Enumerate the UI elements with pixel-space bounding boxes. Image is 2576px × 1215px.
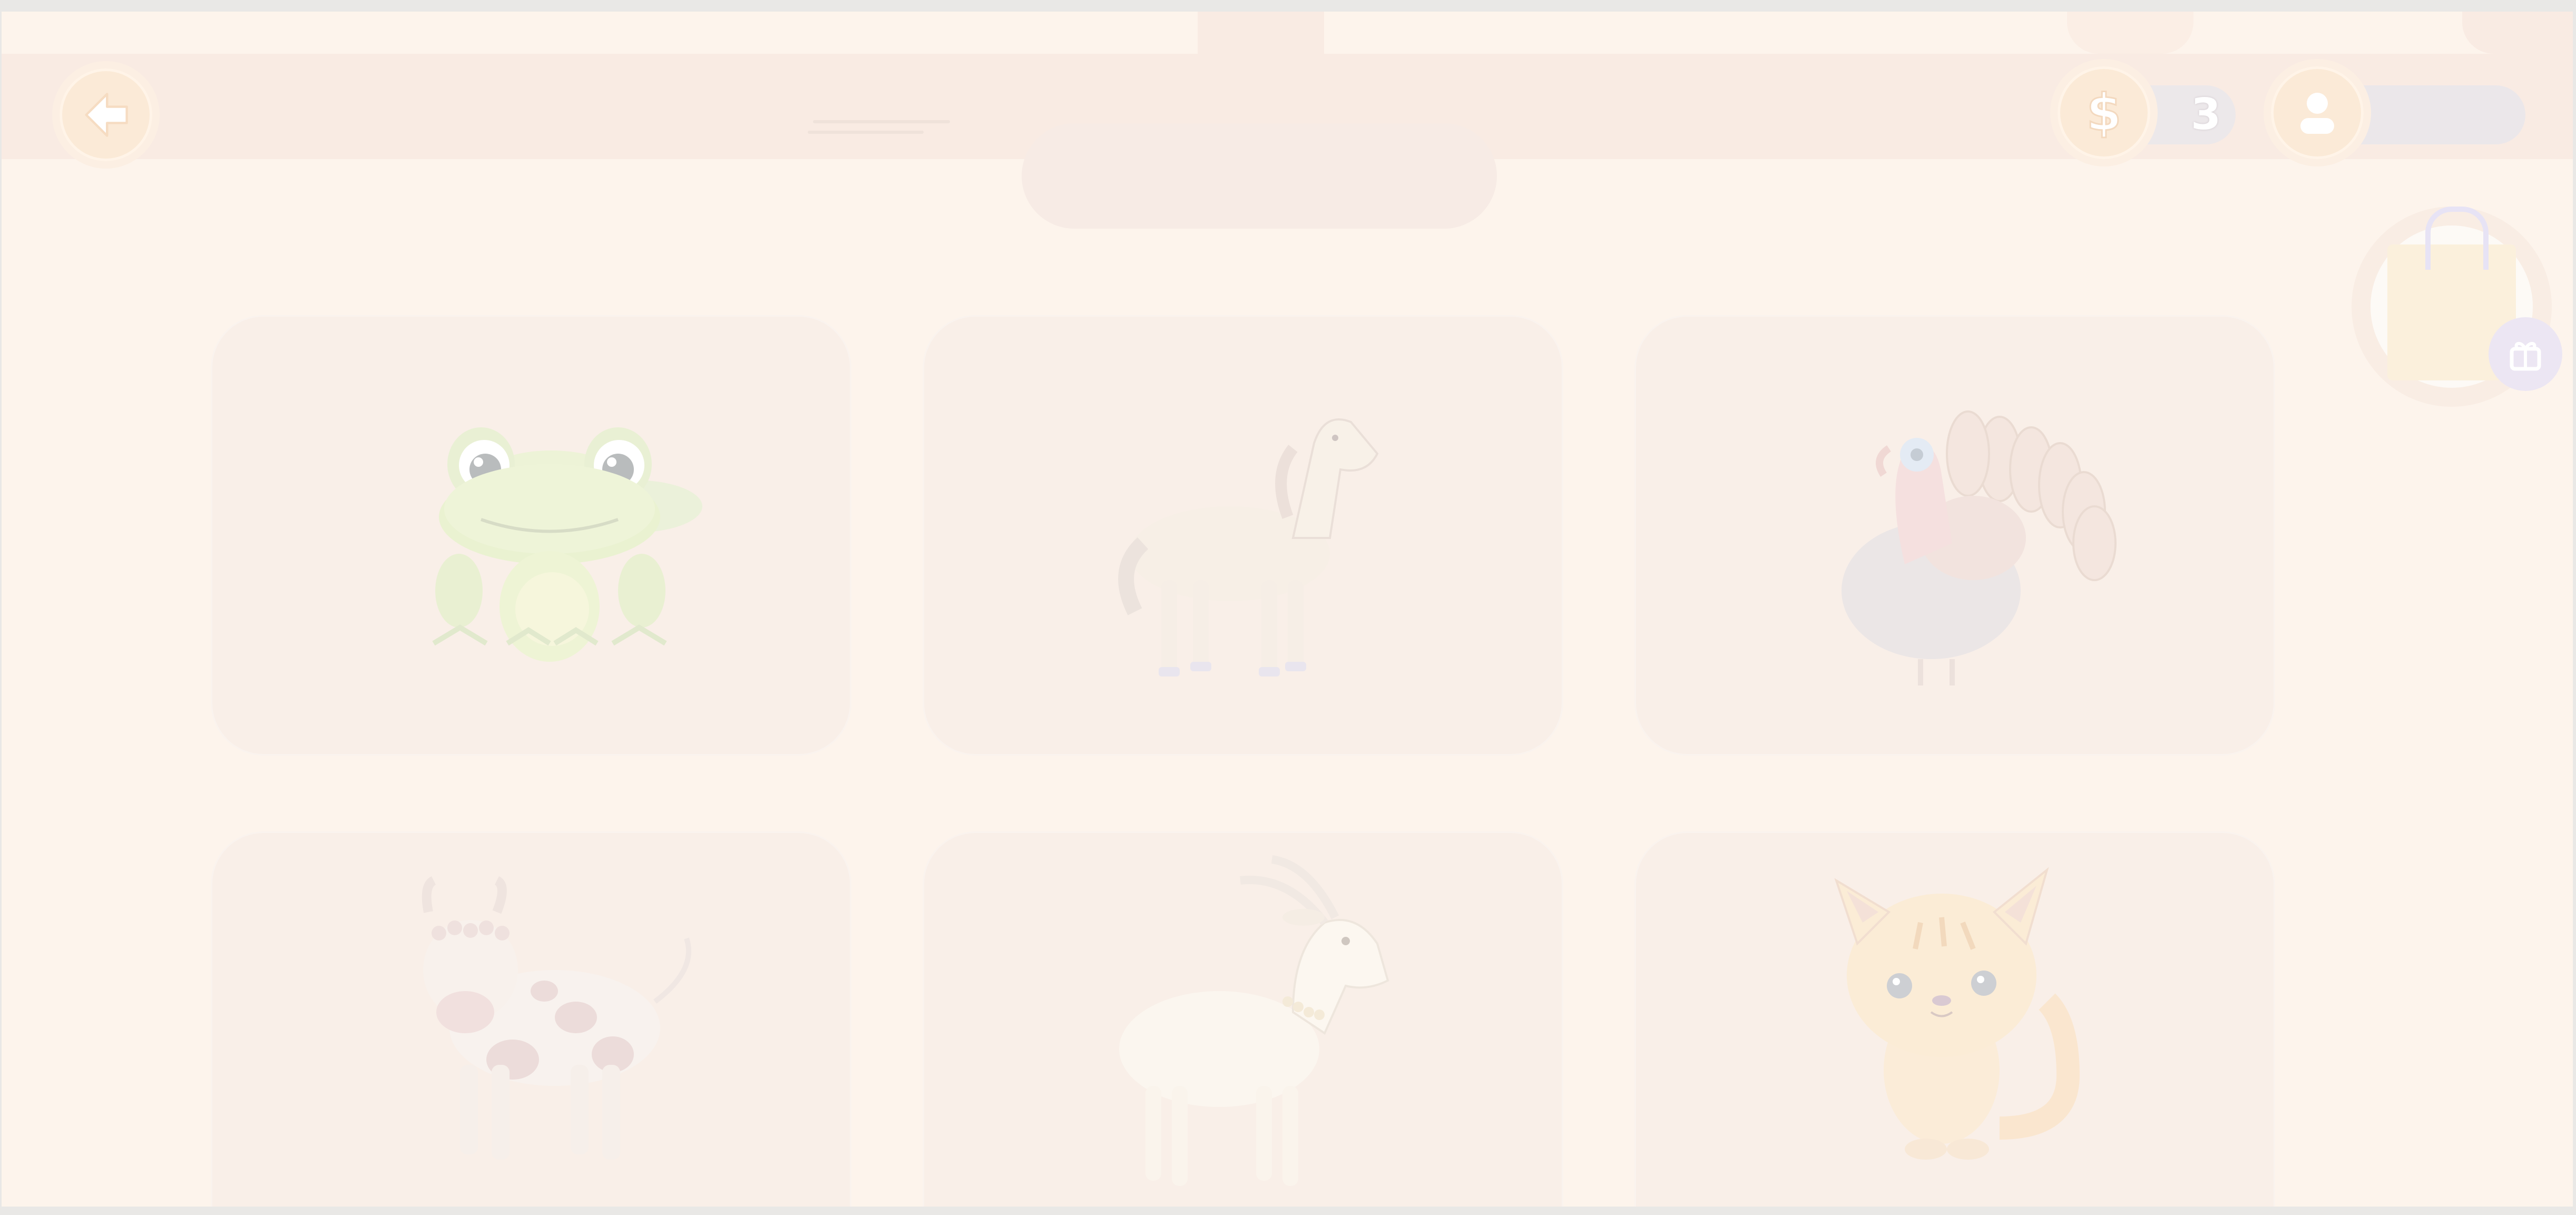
profile-button[interactable] <box>2271 66 2364 159</box>
gift-icon <box>2489 317 2562 391</box>
animal-card-cow[interactable] <box>211 831 851 1207</box>
animal-card-frog[interactable] <box>211 315 851 756</box>
animal-card-horse[interactable] <box>923 315 1563 756</box>
title-decoration <box>808 120 961 141</box>
top-tab-decoration <box>2067 12 2193 54</box>
coin-button[interactable]: $ <box>2058 66 2150 159</box>
arrow-left-icon <box>85 93 128 137</box>
top-right-tab-decoration <box>2462 12 2573 54</box>
shop-button[interactable] <box>2352 207 2573 417</box>
coin-count: 3 <box>2190 90 2221 140</box>
horse-icon <box>1118 418 1379 677</box>
decor-line <box>813 120 950 123</box>
svg-text:$: $ <box>2087 84 2122 142</box>
cow-icon <box>422 876 691 1160</box>
animal-card-goat[interactable] <box>923 831 1563 1207</box>
frog-icon <box>432 427 702 662</box>
bag-handle <box>2425 207 2489 270</box>
animal-card-cat[interactable] <box>1634 831 2275 1207</box>
game-screen: 3 $ <box>2 12 2573 1207</box>
decor-line <box>808 131 924 134</box>
animal-card-turkey[interactable] <box>1634 315 2275 756</box>
user-icon <box>2300 93 2334 134</box>
cat-icon <box>1834 867 2080 1160</box>
title-pill <box>1022 123 1497 229</box>
dollar-coin-icon: $ <box>2085 84 2122 142</box>
turkey-icon <box>1842 410 2117 685</box>
title-tab-notch <box>1198 12 1324 133</box>
back-button[interactable] <box>60 68 152 161</box>
goat-icon <box>1119 855 1389 1186</box>
